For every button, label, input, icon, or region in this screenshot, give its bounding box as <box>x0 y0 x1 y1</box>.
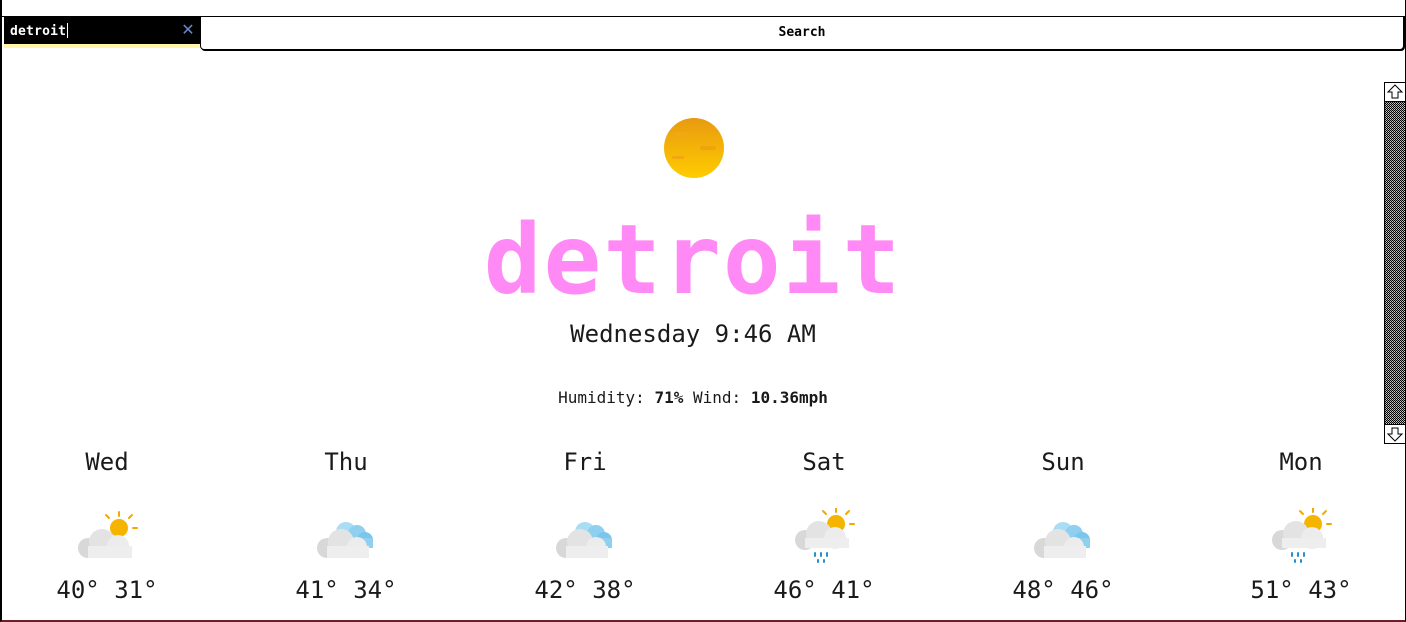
app-window: detroit ✕ Search detroit Wednesday 9:46 … <box>0 0 1406 622</box>
search-button[interactable]: Search <box>200 16 1404 50</box>
sun-rain-icon <box>1272 508 1332 563</box>
forecast-day: Wed 40° 31° <box>7 446 207 604</box>
forecast-day: Sat 46° 41° <box>724 446 924 604</box>
city-name: detroit <box>483 204 903 316</box>
forecast-day-name: Fri <box>563 448 607 476</box>
forecast-temps: 48° 46° <box>963 576 1163 604</box>
cloudy-icon <box>556 522 612 558</box>
wind-label: Wind: <box>693 388 742 407</box>
partly-cloudy-sun-icon <box>78 511 138 558</box>
forecast-day: Fri 42° 38° <box>485 446 685 604</box>
scroll-track[interactable] <box>1384 102 1406 424</box>
forecast-high: 46° <box>773 576 817 604</box>
forecast-temps: 42° 38° <box>485 576 685 604</box>
humidity-label: Humidity: <box>558 388 645 407</box>
forecast-high: 41° <box>295 576 339 604</box>
forecast-day-name: Mon <box>1279 448 1323 476</box>
forecast-high: 48° <box>1012 576 1056 604</box>
forecast-high: 40° <box>56 576 100 604</box>
forecast-high: 42° <box>534 576 578 604</box>
scroll-down-button[interactable] <box>1384 424 1406 444</box>
current-datetime: Wednesday 9:46 AM <box>570 320 816 348</box>
forecast-low: 34° <box>353 576 397 604</box>
arrow-up-icon <box>1386 84 1404 99</box>
cloudy-icon <box>317 522 373 558</box>
vertical-scrollbar[interactable] <box>1384 82 1406 444</box>
forecast-day: Mon 51° 43° <box>1201 446 1401 604</box>
forecast-list: Wed 40° 31° Thu 41° 34° Fri 42° 38° Sat … <box>2 446 1384 622</box>
scroll-up-button[interactable] <box>1384 82 1406 102</box>
text-caret <box>67 23 69 38</box>
forecast-low: 46° <box>1070 576 1114 604</box>
clear-icon[interactable]: ✕ <box>181 21 195 39</box>
forecast-day: Sun 48° 46° <box>963 446 1163 604</box>
forecast-temps: 40° 31° <box>7 576 207 604</box>
forecast-high: 51° <box>1250 576 1294 604</box>
wind-value: 10.36mph <box>750 388 828 407</box>
cloudy-icon <box>1034 522 1090 558</box>
forecast-low: 41° <box>831 576 875 604</box>
forecast-low: 31° <box>114 576 158 604</box>
search-input-value[interactable]: detroit <box>10 23 69 39</box>
forecast-temps: 46° 41° <box>724 576 924 604</box>
current-conditions: Humidity: 71% Wind: 10.36mph <box>2 388 1384 407</box>
forecast-temps: 41° 34° <box>246 576 446 604</box>
forecast-low: 43° <box>1308 576 1352 604</box>
forecast-day-name: Thu <box>324 448 368 476</box>
forecast-temps: 51° 43° <box>1201 576 1401 604</box>
arrow-down-icon <box>1386 427 1404 442</box>
sun-haze-icon <box>664 118 724 178</box>
search-input[interactable]: detroit ✕ <box>4 16 200 48</box>
forecast-day: Thu 41° 34° <box>246 446 446 604</box>
sun-rain-icon <box>795 508 855 563</box>
search-bar: detroit ✕ Search <box>4 16 1404 52</box>
forecast-day-name: Sat <box>802 448 846 476</box>
forecast-low: 38° <box>592 576 636 604</box>
humidity-value: 71% <box>654 388 684 407</box>
forecast-day-name: Sun <box>1041 448 1085 476</box>
forecast-day-name: Wed <box>85 448 129 476</box>
